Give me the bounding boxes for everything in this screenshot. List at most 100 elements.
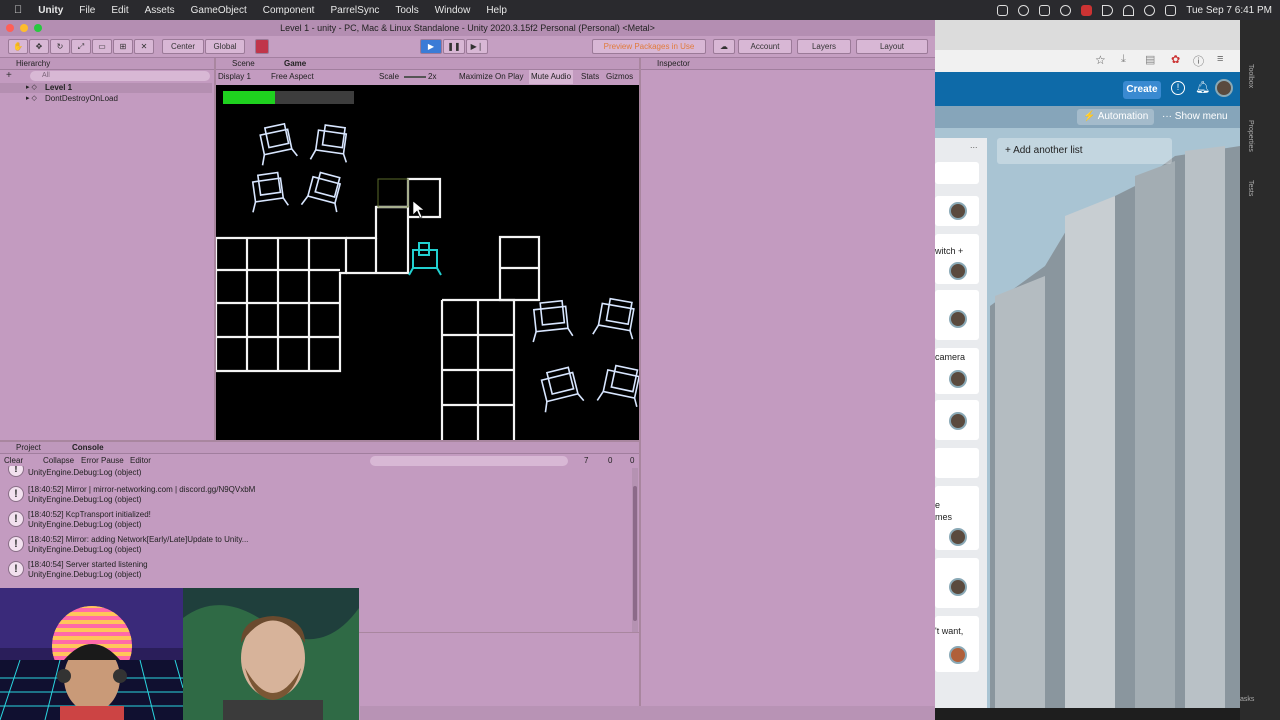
preview-packages-button[interactable]: Preview Packages in Use — [592, 39, 706, 54]
list-card[interactable] — [935, 196, 979, 226]
tray-grid-icon[interactable] — [1039, 4, 1051, 16]
space-global-button[interactable]: Global — [205, 39, 245, 54]
tray-play-icon[interactable] — [1060, 4, 1072, 16]
member-avatar — [949, 262, 967, 280]
browser-address-bar: ☆ ⤓ ▤ ✿ ⓘ ≡ — [935, 50, 1240, 72]
hierarchy-item-level1[interactable]: ▸ ◇ Level 1 — [0, 83, 212, 93]
menu-file[interactable]: File — [71, 5, 103, 16]
tab-console[interactable]: Console — [72, 442, 104, 453]
side-label-toolbox[interactable]: Toolbox — [1247, 64, 1254, 88]
scale-slider[interactable] — [404, 76, 426, 78]
info-circle-icon[interactable]: ⓘ — [1193, 53, 1204, 69]
add-icon[interactable]: + — [6, 70, 12, 81]
tray-app-icon[interactable] — [1018, 4, 1030, 16]
step-button[interactable]: ▶❘ — [466, 39, 488, 54]
wifi-icon[interactable] — [1123, 4, 1135, 16]
console-log-row[interactable]: ! [18:40:52] Mirror: adding Network[Earl… — [4, 533, 624, 557]
scale-tool-icon[interactable]: ⤢ — [71, 39, 91, 54]
list-card[interactable]: camera — [935, 348, 979, 394]
game-view[interactable] — [216, 85, 639, 440]
automation-button[interactable]: ⚡ Automation — [1077, 109, 1155, 125]
dropbox-icon[interactable] — [997, 4, 1009, 16]
panel-divider[interactable] — [639, 58, 641, 720]
menu-assets[interactable]: Assets — [137, 5, 183, 16]
collab-icon[interactable] — [255, 39, 269, 54]
hierarchy-search-input[interactable]: All — [30, 71, 210, 81]
console-scrollbar[interactable] — [632, 468, 638, 632]
tab-inspector[interactable]: Inspector — [657, 58, 690, 69]
console-log-row[interactable]: ! [18:40:52] Mirror | mirror-networking.… — [4, 483, 624, 507]
transform-tool-icon[interactable]: ⊞ — [113, 39, 133, 54]
menu-edit[interactable]: Edit — [103, 5, 136, 16]
menu-help[interactable]: Help — [478, 5, 515, 16]
control-center-icon[interactable] — [1165, 4, 1177, 16]
close-window-button[interactable] — [6, 24, 14, 32]
extension-icon[interactable]: ✿ — [1171, 53, 1180, 66]
window-titlebar: Level 1 - unity - PC, Mac & Linux Standa… — [0, 20, 935, 36]
maximize-on-play-toggle[interactable]: Maximize On Play — [459, 70, 523, 84]
scrollbar-thumb[interactable] — [633, 486, 637, 621]
rect-tool-icon[interactable]: ▭ — [92, 39, 112, 54]
download-icon[interactable]: ⤓ — [1121, 53, 1126, 66]
bookmark-star-icon[interactable]: ☆ — [1095, 53, 1106, 67]
list-more-icon[interactable]: ... — [970, 140, 978, 150]
aspect-dropdown[interactable]: Free Aspect — [271, 70, 314, 84]
play-button[interactable]: ▶ — [420, 39, 442, 54]
minimize-window-button[interactable] — [20, 24, 28, 32]
flag-icon[interactable] — [1081, 4, 1093, 16]
side-label-properties[interactable]: Properties — [1247, 120, 1254, 152]
zoom-window-button[interactable] — [34, 24, 42, 32]
cloud-icon[interactable]: ☁ — [713, 39, 735, 54]
console-log-row[interactable]: ! [18:40:52] KcpTransport initialized! U… — [4, 508, 624, 532]
show-menu-button[interactable]: ··· Show menu — [1158, 109, 1232, 125]
search-icon[interactable] — [1144, 4, 1156, 16]
pivot-center-button[interactable]: Center — [162, 39, 204, 54]
list-card[interactable] — [935, 290, 979, 340]
tab-hierarchy[interactable]: Hierarchy — [16, 58, 50, 69]
gizmos-dropdown[interactable]: Gizmos — [606, 70, 633, 84]
console-log-row[interactable]: ! UnityEngine.Debug:Log (object) — [4, 466, 624, 482]
layers-dropdown[interactable]: Layers — [797, 39, 851, 54]
hand-tool-icon[interactable]: ✋ — [8, 39, 28, 54]
menubar-datetime[interactable]: Tue Sep 7 6:41 PM — [1186, 5, 1272, 16]
list-card[interactable] — [935, 400, 979, 440]
account-dropdown[interactable]: Account — [738, 39, 792, 54]
console-search-input[interactable] — [370, 456, 568, 466]
layout-dropdown[interactable]: Layout — [856, 39, 928, 54]
side-label-tests[interactable]: Tests — [1247, 180, 1254, 196]
webcam-image-2 — [183, 588, 359, 720]
list-card[interactable]: witch + — [935, 234, 979, 284]
add-another-list-button[interactable]: + Add another list — [997, 138, 1172, 164]
menu-window[interactable]: Window — [427, 5, 479, 16]
custom-tool-icon[interactable]: ✕ — [134, 39, 154, 54]
mute-audio-toggle[interactable]: Mute Audio — [529, 70, 574, 84]
list-card[interactable] — [935, 162, 979, 184]
hierarchy-item-dontdestroyonload[interactable]: ▸ ◇ DontDestroyOnLoad — [0, 94, 212, 104]
volume-icon[interactable] — [1102, 4, 1114, 16]
list-card[interactable]: e mes — [935, 486, 979, 550]
list-card[interactable]: 't want, — [935, 616, 979, 672]
pause-button[interactable]: ❚❚ — [443, 39, 465, 54]
rotate-tool-icon[interactable]: ↻ — [50, 39, 70, 54]
tab-game[interactable]: Game — [284, 58, 306, 69]
menu-unity[interactable]: Unity — [30, 5, 71, 16]
browser-menu-icon[interactable]: ≡ — [1217, 53, 1223, 65]
menu-component[interactable]: Component — [255, 5, 323, 16]
tab-scene[interactable]: Scene — [232, 58, 255, 69]
notification-bell-icon[interactable]: 🔔︎ — [1195, 80, 1210, 94]
display-dropdown[interactable]: Display 1 — [218, 70, 251, 84]
reader-icon[interactable]: ▤ — [1145, 53, 1155, 66]
stats-toggle[interactable]: Stats — [581, 70, 599, 84]
menu-tools[interactable]: Tools — [387, 5, 426, 16]
info-icon[interactable]: ! — [1171, 81, 1185, 95]
apple-icon[interactable]:  — [0, 4, 30, 16]
list-card[interactable] — [935, 558, 979, 608]
menu-parrelsync[interactable]: ParrelSync — [322, 5, 387, 16]
tab-project[interactable]: Project — [16, 442, 41, 453]
list-card[interactable] — [935, 448, 979, 478]
move-tool-icon[interactable]: ✥ — [29, 39, 49, 54]
console-log-row[interactable]: ! [18:40:54] Server started listening Un… — [4, 558, 624, 582]
menu-gameobject[interactable]: GameObject — [183, 5, 255, 16]
create-button[interactable]: Create — [1123, 81, 1161, 99]
user-avatar[interactable] — [1215, 79, 1233, 97]
